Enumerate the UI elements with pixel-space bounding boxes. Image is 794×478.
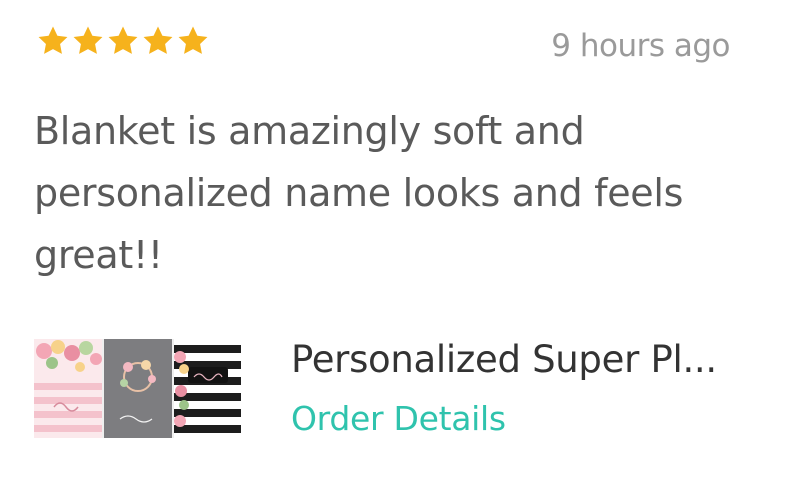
star-icon bbox=[143, 26, 173, 54]
star-icon bbox=[108, 26, 138, 54]
review-timestamp: 9 hours ago bbox=[551, 28, 730, 64]
star-icon bbox=[38, 26, 68, 54]
review-text: Blanket is amazingly soft and personaliz… bbox=[34, 109, 684, 277]
review-card: 9 hours ago Blanket is amazingly soft an… bbox=[0, 0, 794, 478]
blanket-collage-image bbox=[34, 339, 241, 438]
star-rating bbox=[36, 24, 210, 58]
order-details-link[interactable]: Order Details bbox=[291, 396, 506, 442]
star-icon bbox=[178, 26, 208, 54]
star-icon bbox=[73, 26, 103, 54]
product-thumbnail[interactable] bbox=[34, 339, 241, 438]
product-title[interactable]: Personalized Super Pl... bbox=[291, 334, 717, 386]
